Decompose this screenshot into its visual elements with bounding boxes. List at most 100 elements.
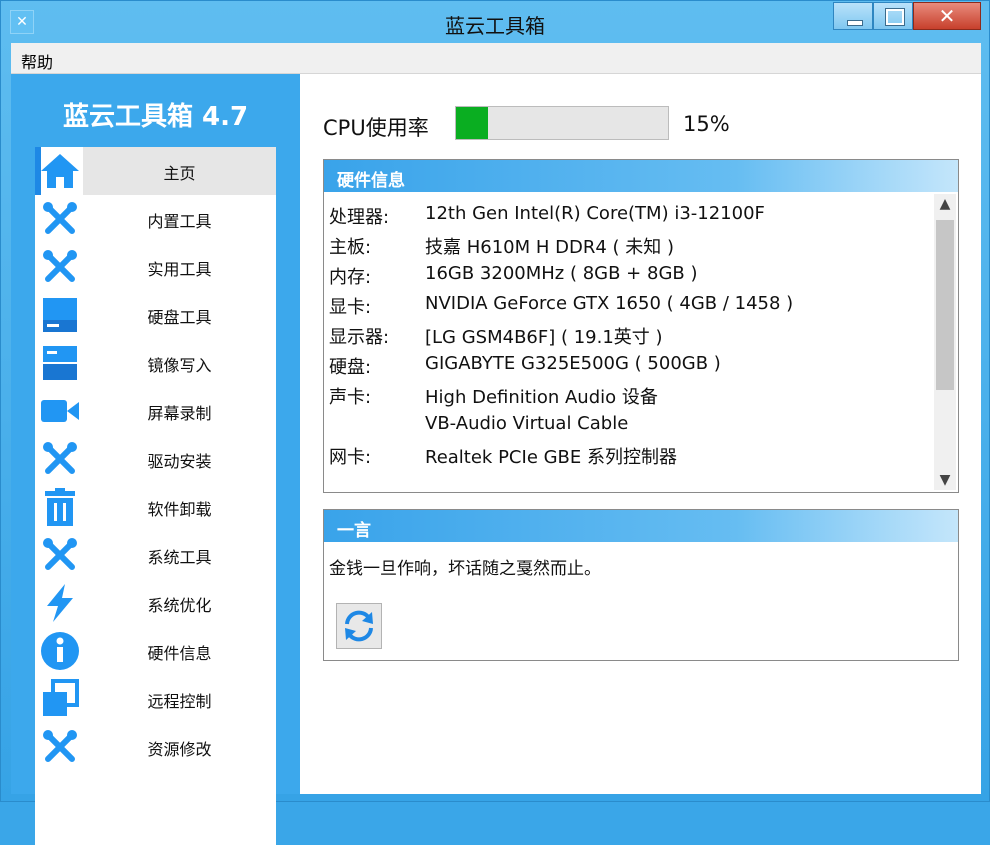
tools-icon (43, 202, 77, 234)
sidebar-item-label: 系统工具 (147, 548, 212, 567)
title-bar[interactable]: ✕ 蓝云工具箱 ✕ (1, 1, 989, 43)
tools-icon (43, 730, 77, 762)
sidebar-item-label: 硬件信息 (147, 644, 212, 663)
panel-title: 一言 (337, 521, 371, 541)
cpu-usage-bar (455, 106, 669, 140)
hardware-value: 12th Gen Intel(R) Core(TM) i3-12100F (425, 203, 765, 224)
drive-image-icon (43, 346, 77, 380)
tools-icon (43, 250, 77, 282)
hardware-row: 主板: 技嘉 H610M H DDR4 ( 未知 ) (329, 230, 929, 260)
hardware-value: [LG GSM4B6F] ( 19.1英寸 ) (425, 327, 663, 348)
hardware-row: 显卡: NVIDIA GeForce GTX 1650 ( 4GB / 1458 … (329, 290, 929, 320)
nav-item-bg: 软件卸载 (83, 483, 276, 531)
nav-item-bg: 实用工具 (83, 243, 276, 291)
sidebar-item-remote-control[interactable]: 远程控制 (35, 675, 276, 723)
close-button[interactable]: ✕ (913, 2, 981, 30)
nav-item-bg: 驱动安装 (83, 435, 276, 483)
hardware-row: VB-Audio Virtual Cable (329, 410, 929, 440)
sidebar-item-label: 主页 (163, 164, 196, 183)
minimize-button[interactable] (833, 2, 873, 30)
minimize-icon (847, 20, 863, 26)
panel-header: 硬件信息 (324, 160, 958, 192)
hard-disk-icon (43, 298, 77, 332)
hardware-info-panel: 硬件信息 处理器: 12th Gen Intel(R) Core(TM) i3-1… (323, 159, 959, 493)
hardware-row: 内存: 16GB 3200MHz ( 8GB + 8GB ) (329, 260, 929, 290)
info-icon (41, 632, 79, 670)
cpu-usage-label: CPU使用率 (323, 116, 429, 140)
hardware-value: GIGABYTE G325E500G ( 500GB ) (425, 353, 721, 374)
hardware-key: 显卡: (329, 297, 372, 318)
nav-item-bg: 镜像写入 (83, 339, 276, 387)
nav-item-bg: 内置工具 (83, 195, 276, 243)
sidebar-item-driver-install[interactable]: 驱动安装 (35, 435, 276, 483)
app-window: ✕ 蓝云工具箱 ✕ 帮助 蓝云工具箱 4.7 主页 内置工具 实用工具 硬盘工具… (0, 0, 990, 845)
video-camera-icon (41, 400, 79, 422)
sidebar-item-label: 实用工具 (147, 260, 212, 279)
sidebar-item-uninstall[interactable]: 软件卸载 (35, 483, 276, 531)
quote-panel: 一言 金钱一旦作响，坏话随之戛然而止。 (323, 509, 959, 661)
cpu-usage-percent: 15% (683, 112, 730, 136)
hardware-row: 硬盘: GIGABYTE G325E500G ( 500GB ) (329, 350, 929, 380)
sidebar-item-disk-tools[interactable]: 硬盘工具 (35, 291, 276, 339)
scroll-up-icon[interactable]: ▲ (934, 194, 956, 214)
panel-title: 硬件信息 (337, 171, 405, 191)
hardware-key: 声卡: (329, 387, 372, 408)
sidebar-item-label: 系统优化 (147, 596, 212, 615)
close-icon: ✕ (938, 4, 956, 28)
hardware-value: 技嘉 H610M H DDR4 ( 未知 ) (425, 237, 675, 258)
sidebar: 蓝云工具箱 4.7 主页 内置工具 实用工具 硬盘工具 镜像写入 屏幕录制 驱动… (11, 74, 300, 845)
vertical-scrollbar[interactable]: ▲ ▼ (934, 194, 956, 490)
nav-list: 主页 内置工具 实用工具 硬盘工具 镜像写入 屏幕录制 驱动安装 软件卸载 系统… (35, 147, 276, 845)
hardware-key: 硬盘: (329, 357, 372, 378)
nav-item-bg: 资源修改 (83, 723, 276, 771)
menu-bar: 帮助 (11, 43, 981, 74)
sidebar-item-resource-modify[interactable]: 资源修改 (35, 723, 276, 771)
sidebar-item-screen-record[interactable]: 屏幕录制 (35, 387, 276, 435)
hardware-row: 显示器: [LG GSM4B6F] ( 19.1英寸 ) (329, 320, 929, 350)
sidebar-item-label: 资源修改 (147, 740, 212, 759)
hardware-key: 内存: (329, 267, 372, 288)
refresh-button[interactable] (336, 603, 382, 649)
hardware-key: 网卡: (329, 447, 372, 468)
sidebar-item-label: 驱动安装 (147, 452, 212, 471)
sidebar-item-utility-tools[interactable]: 实用工具 (35, 243, 276, 291)
sidebar-item-hardware-info[interactable]: 硬件信息 (35, 627, 276, 675)
sidebar-item-home[interactable]: 主页 (35, 147, 276, 195)
sidebar-item-image-write[interactable]: 镜像写入 (35, 339, 276, 387)
sidebar-item-label: 软件卸载 (147, 500, 212, 519)
scroll-thumb[interactable] (936, 220, 954, 390)
remote-windows-icon (43, 679, 79, 716)
sidebar-item-system-tools[interactable]: 系统工具 (35, 531, 276, 579)
nav-item-bg: 硬件信息 (83, 627, 276, 675)
refresh-icon (345, 610, 373, 642)
hardware-row: 处理器: 12th Gen Intel(R) Core(TM) i3-12100F (329, 200, 929, 230)
nav-item-bg: 硬盘工具 (83, 291, 276, 339)
main-content: CPU使用率 15% 硬件信息 处理器: 12th Gen Intel(R) Co… (300, 74, 981, 794)
sidebar-item-label: 远程控制 (147, 692, 212, 711)
sidebar-item-label: 内置工具 (147, 212, 212, 231)
maximize-icon (886, 9, 904, 25)
scroll-down-icon[interactable]: ▼ (934, 470, 956, 490)
trash-icon (45, 488, 75, 526)
hardware-row: 声卡: High Definition Audio 设备 (329, 380, 929, 410)
nav-item-bg: 系统优化 (83, 579, 276, 627)
nav-item-bg: 屏幕录制 (83, 387, 276, 435)
menu-help[interactable]: 帮助 (21, 49, 53, 73)
home-icon (41, 154, 79, 188)
hardware-value: 16GB 3200MHz ( 8GB + 8GB ) (425, 263, 698, 284)
panel-header: 一言 (324, 510, 958, 542)
tools-icon (43, 442, 77, 474)
hardware-value: Realtek PCIe GBE 系列控制器 (425, 447, 677, 468)
sidebar-item-label: 屏幕录制 (147, 404, 212, 423)
sidebar-item-label: 镜像写入 (147, 356, 212, 375)
hardware-key: 显示器: (329, 327, 390, 348)
hardware-key: 主板: (329, 237, 372, 258)
hardware-value: High Definition Audio 设备 (425, 387, 658, 408)
lightning-icon (47, 584, 73, 622)
maximize-button[interactable] (873, 2, 913, 30)
cpu-usage-fill (456, 107, 488, 139)
nav-item-bg: 系统工具 (83, 531, 276, 579)
sidebar-item-optimize[interactable]: 系统优化 (35, 579, 276, 627)
sidebar-item-builtin-tools[interactable]: 内置工具 (35, 195, 276, 243)
sidebar-item-label: 硬盘工具 (147, 308, 212, 327)
